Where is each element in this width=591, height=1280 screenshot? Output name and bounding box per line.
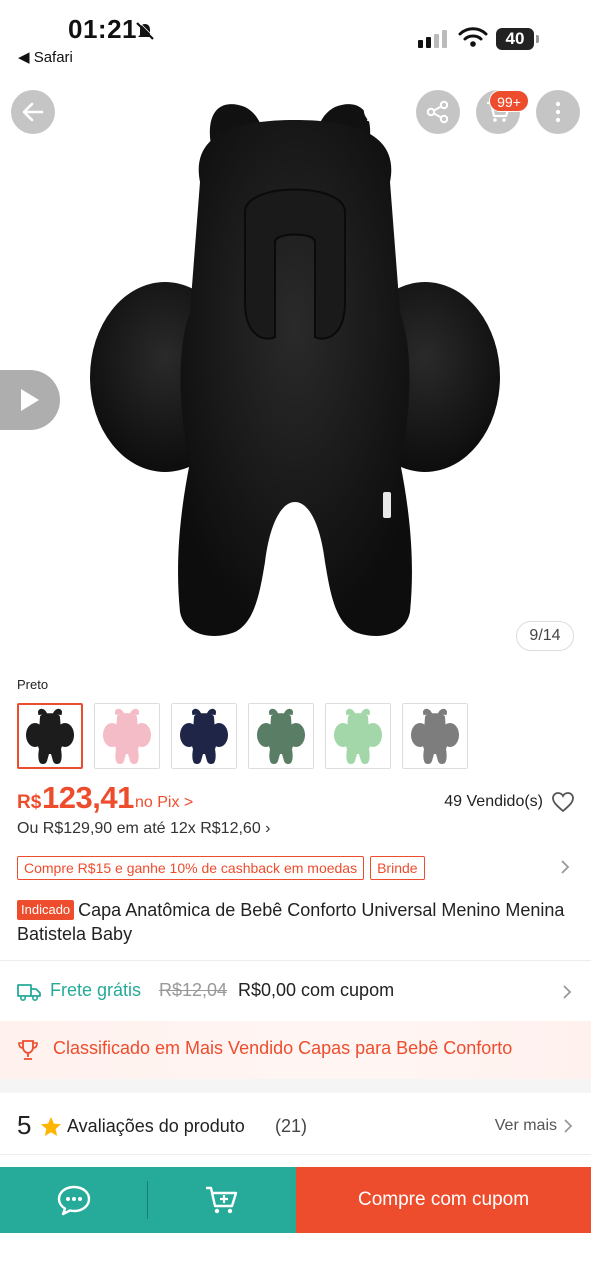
heart-icon[interactable]	[551, 791, 575, 813]
rating-value: 5	[17, 1110, 32, 1140]
price-row: R$ 123,41 no Pix > 49 Vendido(s)	[17, 780, 577, 820]
more-options-button[interactable]	[536, 90, 580, 134]
price-currency: R$	[17, 792, 42, 813]
recommended-badge: Indicado	[17, 900, 75, 920]
whatsapp-share-icon	[363, 96, 392, 127]
more-vertical-icon	[555, 101, 561, 123]
pix-link[interactable]: no Pix >	[135, 794, 193, 812]
variant-thumbnail	[180, 708, 228, 765]
star-icon	[41, 1117, 61, 1136]
battery-indicator: 40	[496, 28, 540, 50]
status-bar: 01:21 ◀ Safari 40	[0, 0, 591, 72]
play-video-button[interactable]	[0, 370, 60, 430]
chevron-right-icon	[564, 1119, 573, 1133]
buy-with-coupon-button[interactable]: Compre com cupom	[296, 1167, 591, 1233]
chevron-right-icon[interactable]	[559, 858, 571, 876]
variant-swatch[interactable]	[171, 703, 237, 769]
back-arrow-icon	[22, 102, 44, 122]
bestseller-ranking-banner[interactable]: Classificado em Mais Vendido Capas para …	[0, 1021, 591, 1079]
wifi-icon	[458, 27, 488, 47]
shipping-new-price: R$0,00 com cupom	[238, 980, 395, 1000]
cellular-signal-icon	[418, 30, 447, 48]
whatsapp-share-button[interactable]	[356, 90, 400, 134]
cart-count-badge: 99+	[489, 90, 529, 112]
back-button[interactable]	[11, 90, 55, 134]
home-indicator-area	[0, 1233, 591, 1280]
silent-bell-icon	[136, 21, 155, 40]
product-image	[90, 104, 500, 636]
image-counter: 9/14	[516, 621, 574, 651]
variant-thumbnail	[334, 708, 382, 765]
variant-thumbnail	[257, 708, 305, 765]
shipping-old-price: R$12,04	[159, 980, 228, 1000]
variant-swatch[interactable]	[402, 703, 468, 769]
free-shipping-label: Frete grátis	[50, 980, 142, 1000]
share-icon	[426, 100, 449, 124]
ranking-text: Classificado em Mais Vendido Capas para …	[53, 1038, 513, 1058]
variant-thumbnail	[103, 708, 151, 765]
sold-count: 49 Vendido(s)	[444, 793, 543, 810]
variant-thumbnail	[26, 708, 74, 765]
chevron-right-icon	[563, 985, 572, 999]
divider	[0, 960, 591, 961]
add-to-cart-button[interactable]	[148, 1167, 296, 1233]
product-title-text: Capa Anatômica de Bebê Conforto Universa…	[17, 900, 565, 944]
chat-icon	[57, 1185, 91, 1216]
variant-swatch[interactable]	[248, 703, 314, 769]
variant-swatch[interactable]	[94, 703, 160, 769]
chat-button[interactable]	[0, 1167, 148, 1233]
truck-icon	[17, 984, 41, 1001]
cashback-tag[interactable]: Compre R$15 e ganhe 10% de cashback em m…	[17, 856, 365, 880]
play-icon	[21, 389, 39, 411]
installments-link[interactable]: Ou R$129,90 em até 12x R$12,60 ›	[17, 820, 271, 838]
back-to-safari-link[interactable]: ◀ Safari	[18, 48, 73, 66]
product-title: Indicado Capa Anatômica de Bebê Conforto …	[17, 898, 572, 946]
price-value: 123,41	[42, 780, 134, 815]
shipping-row[interactable]: Frete grátis R$12,04 R$0,00 com cupom	[17, 978, 577, 1008]
reviews-title: Avaliações do produto	[67, 1116, 245, 1136]
gift-tag[interactable]: Brinde	[370, 856, 425, 880]
battery-level: 40	[496, 28, 534, 50]
product-image-gallery[interactable]: 99+ 9/14	[0, 0, 591, 668]
variant-swatches	[17, 703, 468, 769]
share-button[interactable]	[416, 90, 460, 134]
variant-thumbnail	[411, 708, 459, 765]
divider	[0, 1154, 591, 1155]
variant-swatch[interactable]	[325, 703, 391, 769]
bottom-action-bar: Compre com cupom	[0, 1167, 591, 1233]
promo-tags[interactable]: Compre R$15 e ganhe 10% de cashback em m…	[17, 856, 425, 880]
trophy-icon	[18, 1040, 38, 1060]
add-to-cart-icon	[206, 1186, 238, 1214]
reviews-header[interactable]: 5 Avaliações do produto (21) Ver mais	[17, 1108, 577, 1144]
selected-variant-label: Preto	[17, 677, 49, 692]
reviews-count: (21)	[275, 1116, 308, 1136]
section-separator	[0, 1079, 591, 1093]
variant-swatch[interactable]	[17, 703, 83, 769]
clock: 01:21	[68, 14, 137, 44]
see-more-link[interactable]: Ver mais	[495, 1117, 557, 1135]
